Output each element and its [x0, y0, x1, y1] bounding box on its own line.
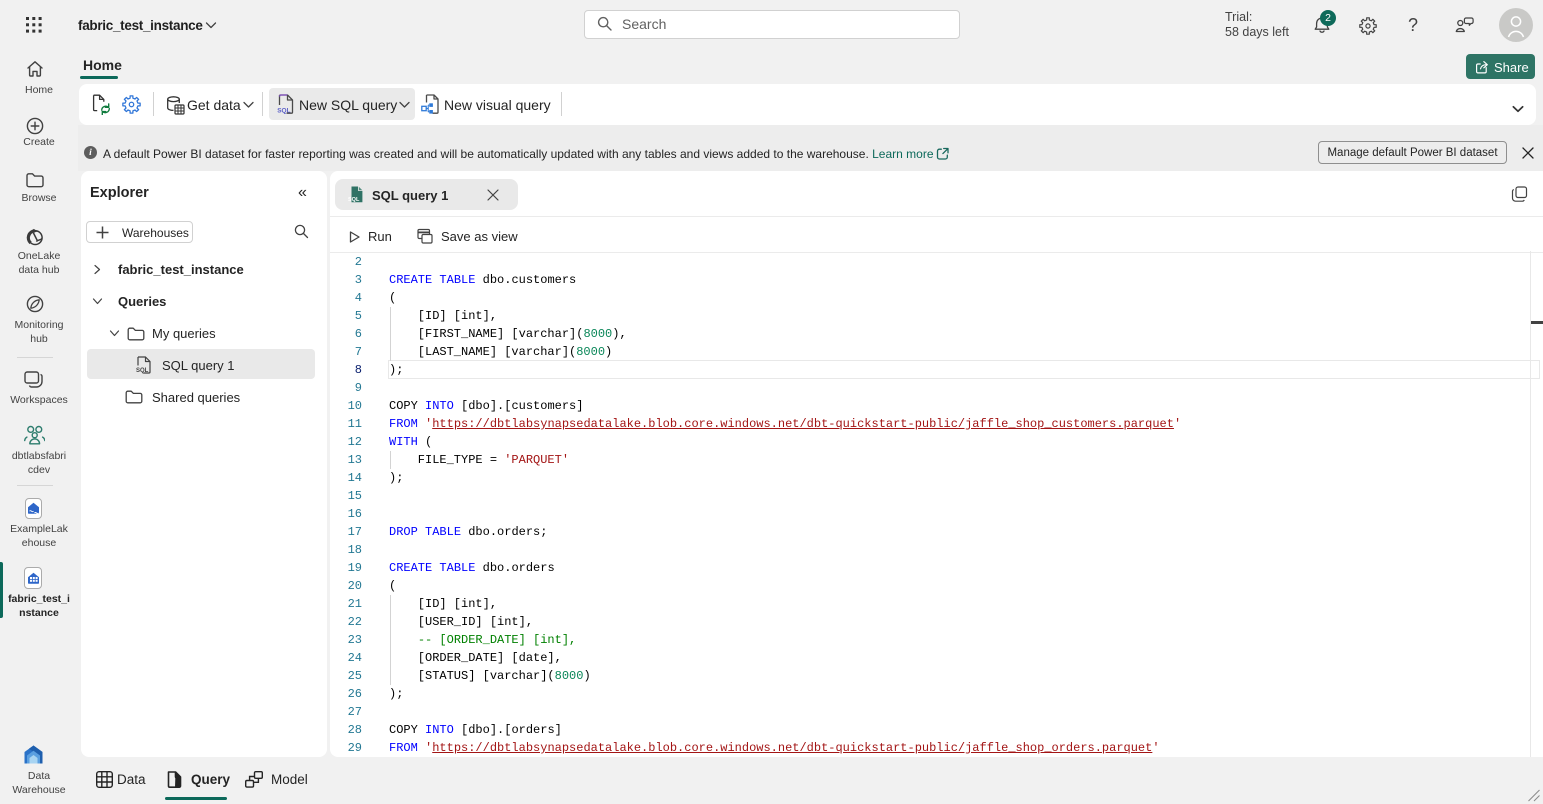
svg-text:SQL: SQL	[348, 197, 360, 203]
svg-text:SQL: SQL	[277, 108, 290, 115]
svg-text:SQL: SQL	[136, 368, 149, 374]
